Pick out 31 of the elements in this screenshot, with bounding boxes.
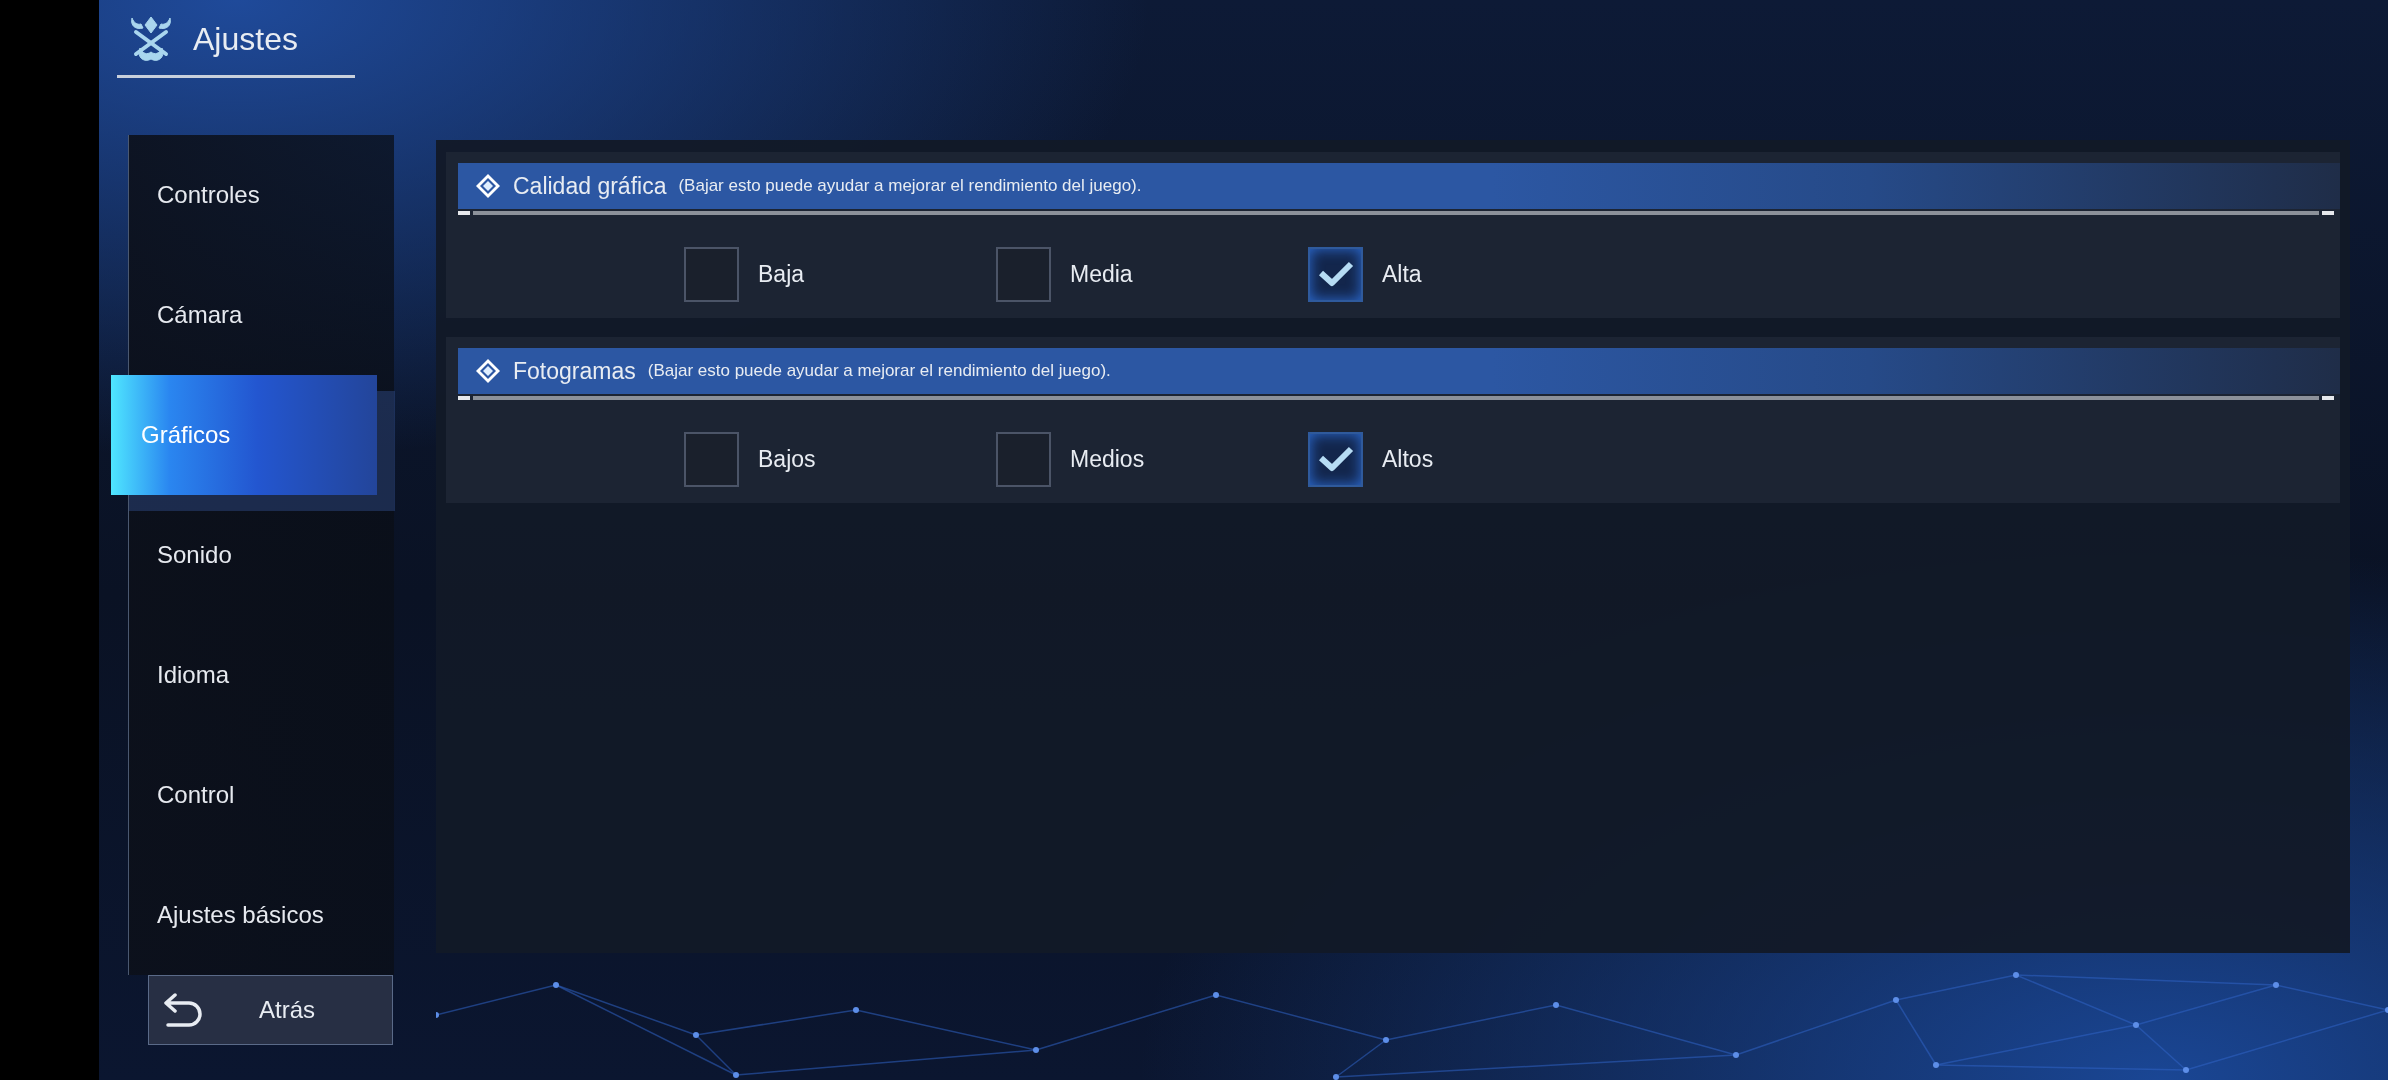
option-label: Media: [1070, 259, 1133, 289]
checkbox[interactable]: [684, 246, 739, 302]
checkmark-icon: [1317, 445, 1354, 473]
option-label: Bajos: [758, 444, 816, 474]
sidebar-tab[interactable]: Controles: [129, 135, 395, 255]
checkbox[interactable]: [684, 431, 739, 487]
option-label: Medios: [1070, 444, 1145, 474]
back-button[interactable]: Atrás: [148, 975, 393, 1045]
checkmark-icon: [1317, 260, 1354, 288]
option-label: Alta: [1382, 259, 1422, 289]
sidebar-tab[interactable]: Ajustes básicos: [129, 855, 395, 975]
option-label: Altos: [1382, 444, 1434, 474]
sidebar-tab[interactable]: Cámara: [129, 255, 395, 375]
sidebar-tab[interactable]: Control: [129, 735, 395, 855]
checkbox[interactable]: [996, 246, 1051, 302]
checkbox[interactable]: [1308, 431, 1363, 487]
return-arrow-icon: [163, 993, 203, 1027]
sidebar-tab[interactable]: Idioma: [129, 615, 395, 735]
diamond-icon: [475, 173, 501, 199]
section-hint: (Bajar esto puede ayudar a mejorar el rendimiento del juego).: [678, 175, 1142, 198]
page-title: Ajustes: [193, 23, 298, 55]
diamond-icon: [475, 358, 501, 384]
section-hint: (Bajar esto puede ayudar a mejorar el rendimiento del juego).: [647, 360, 1111, 383]
section-title: Calidad gráfica: [513, 171, 667, 201]
checkbox[interactable]: [1308, 246, 1363, 302]
sidebar-tab[interactable]: Sonido: [129, 495, 395, 615]
section-title: Fotogramas: [513, 356, 636, 386]
option-label: Baja: [758, 259, 805, 289]
checkbox[interactable]: [996, 431, 1051, 487]
emblem-icon: [128, 14, 174, 64]
sidebar-tab[interactable]: Gráficos: [111, 375, 377, 495]
